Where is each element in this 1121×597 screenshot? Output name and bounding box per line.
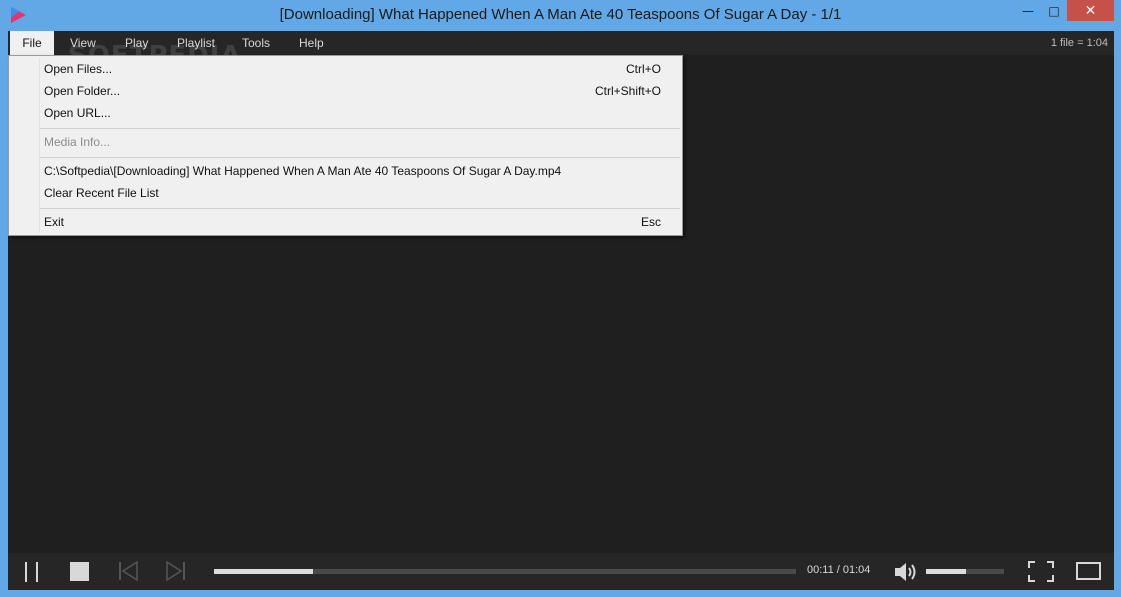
time-display: 00:11 / 01:04: [807, 564, 871, 576]
playback-controls: 00:11 / 01:04: [8, 553, 1114, 590]
next-icon[interactable]: [166, 561, 186, 581]
menu-item-label: C:\Softpedia\[Downloading] What Happened…: [44, 164, 562, 178]
menu-item-clear-recent[interactable]: Clear Recent File List: [11, 182, 680, 204]
menu-item-open-url[interactable]: Open URL...: [11, 102, 680, 124]
menu-help[interactable]: Help: [289, 31, 334, 55]
previous-icon[interactable]: [118, 561, 138, 581]
menu-separator: [40, 128, 680, 129]
menu-item-label: Open Files...: [44, 62, 113, 76]
menu-item-shortcut: Esc: [640, 215, 661, 229]
menu-view[interactable]: View: [60, 31, 106, 55]
window-mode-button[interactable]: [1076, 562, 1101, 580]
menu-item-open-files[interactable]: Open Files... Ctrl+O: [11, 58, 680, 80]
seek-slider[interactable]: [214, 569, 796, 574]
file-count-label: 1 file = 1:04: [1050, 37, 1108, 49]
menu-item-open-folder[interactable]: Open Folder... Ctrl+Shift+O: [11, 80, 680, 102]
pause-button[interactable]: [24, 562, 40, 582]
menu-item-media-info: Media Info...: [11, 131, 680, 153]
seek-progress: [214, 569, 313, 574]
menu-item-label: Clear Recent File List: [44, 186, 159, 200]
minimize-button[interactable]: —: [1017, 0, 1039, 21]
close-button[interactable]: ✕: [1067, 0, 1114, 21]
stop-button[interactable]: [70, 562, 89, 581]
pause-icon: [36, 562, 38, 582]
menu-separator: [40, 208, 680, 209]
menu-playlist[interactable]: Playlist: [167, 31, 225, 55]
menu-item-label: Open Folder...: [44, 84, 121, 98]
title-bar[interactable]: [Downloading] What Happened When A Man A…: [0, 0, 1121, 31]
menu-item-shortcut: Ctrl+O: [625, 62, 661, 76]
app-window: [Downloading] What Happened When A Man A…: [0, 0, 1121, 597]
file-menu-dropdown: Open Files... Ctrl+O Open Folder... Ctrl…: [8, 55, 683, 236]
menu-item-label: Media Info...: [44, 135, 111, 149]
window-title: [Downloading] What Happened When A Man A…: [279, 6, 842, 23]
menu-separator: [40, 157, 680, 158]
fullscreen-icon[interactable]: [1028, 561, 1054, 582]
maximize-button[interactable]: □: [1043, 0, 1065, 21]
volume-icon[interactable]: [894, 561, 920, 583]
pause-icon: [25, 562, 27, 582]
volume-level: [926, 569, 966, 574]
menu-play[interactable]: Play: [115, 31, 158, 55]
menu-item-label: Exit: [44, 215, 65, 229]
menu-item-label: Open URL...: [44, 106, 111, 120]
menu-bar: File View Play Playlist Tools Help SOFTP…: [8, 31, 1114, 71]
menu-tools[interactable]: Tools: [232, 31, 280, 55]
menu-item-exit[interactable]: Exit Esc: [11, 211, 680, 233]
volume-slider[interactable]: [926, 569, 1004, 574]
menu-item-recent-file[interactable]: C:\Softpedia\[Downloading] What Happened…: [11, 160, 680, 182]
menu-item-shortcut: Ctrl+Shift+O: [594, 84, 661, 98]
menu-file[interactable]: File: [10, 31, 54, 55]
